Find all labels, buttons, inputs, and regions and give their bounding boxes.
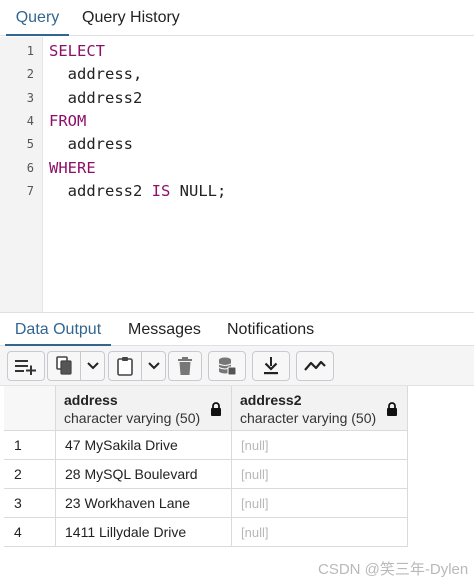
save-data-icon [218,357,237,376]
watermark: CSDN @笑三年-Dylen [318,561,469,578]
add-row-button[interactable] [7,351,45,381]
sql-keyword: FROM [49,111,87,130]
sql-keyword: WHERE [49,158,96,177]
code-line[interactable]: address2 IS NULL; [49,181,227,200]
cell-address2[interactable]: [null] [232,460,408,489]
row-number[interactable]: 4 [4,518,56,547]
sql-text: address2 [49,181,152,200]
row-number[interactable]: 2 [4,460,56,489]
code-line[interactable]: address2 [49,88,143,107]
column-name: address [64,392,118,408]
row-number[interactable]: 1 [4,431,56,460]
cell-address[interactable]: 23 Workhaven Lane [56,489,232,518]
code-line[interactable]: address, [49,65,143,84]
copy-options-button[interactable] [81,351,105,381]
cell-address2[interactable]: [null] [232,489,408,518]
output-tab-bar: Data Output Messages Notifications [0,312,474,346]
column-type: character varying (50) [64,410,201,426]
line-number: 4 [26,113,34,128]
row-number[interactable]: 3 [4,489,56,518]
code-line[interactable]: WHERE [49,159,96,177]
tab-query-history[interactable]: Query History [82,0,180,36]
paste-icon [117,357,133,376]
graph-icon [304,360,326,371]
cell-address2[interactable]: [null] [232,518,408,547]
tab-data-output[interactable]: Data Output [5,313,111,346]
row-number-header [4,386,56,431]
cell-address2[interactable]: [null] [232,431,408,460]
cell-address[interactable]: 47 MySakila Drive [56,431,232,460]
lock-icon [387,402,397,416]
chevron-down-icon [86,362,99,370]
sql-keyword: SELECT [49,42,105,60]
chevron-down-icon [147,362,160,370]
sql-text: address [49,135,133,154]
graph-visualiser-button[interactable] [296,351,334,381]
line-number-gutter: 1 2 3 4 5 6 7 [0,37,43,312]
save-data-button[interactable] [208,351,246,381]
code-line[interactable]: SELECT [49,42,105,60]
data-output-toolbar [0,346,474,386]
copy-icon [56,356,72,375]
query-tab-bar: Query Query History [0,0,474,36]
tab-messages[interactable]: Messages [128,313,201,346]
line-number: 5 [26,137,34,152]
column-header-address2[interactable]: address2 character varying (50) [232,386,408,431]
sql-text: address2 [49,88,143,107]
column-header-address[interactable]: address character varying (50) [56,386,232,431]
download-button[interactable] [252,351,290,381]
delete-button[interactable] [168,351,202,381]
column-type: character varying (50) [240,410,377,426]
line-number: 3 [26,90,34,105]
copy-button[interactable] [47,351,81,381]
paste-button[interactable] [108,351,142,381]
paste-options-button[interactable] [142,351,166,381]
lock-icon [211,402,221,416]
sql-keyword: IS [151,181,171,200]
sql-text: NULL; [170,181,227,200]
code-line[interactable]: address [49,135,133,153]
cell-address[interactable]: 28 MySQL Boulevard [56,460,232,489]
code-line[interactable]: FROM [49,112,86,130]
tab-query[interactable]: Query [6,0,69,36]
line-number: 7 [26,183,34,198]
tab-notifications[interactable]: Notifications [227,313,314,346]
line-number: 2 [26,67,34,82]
line-number: 6 [26,160,34,175]
delete-icon [178,357,192,375]
line-number: 1 [26,44,34,58]
download-icon [264,357,278,375]
column-name: address2 [240,392,302,408]
sql-text: address, [49,65,143,84]
cell-address[interactable]: 1411 Lillydale Drive [56,518,232,547]
add-row-icon [15,360,36,375]
sql-editor[interactable]: 1 2 3 4 5 6 7 SELECT address, address2 FROM add… [0,37,474,312]
